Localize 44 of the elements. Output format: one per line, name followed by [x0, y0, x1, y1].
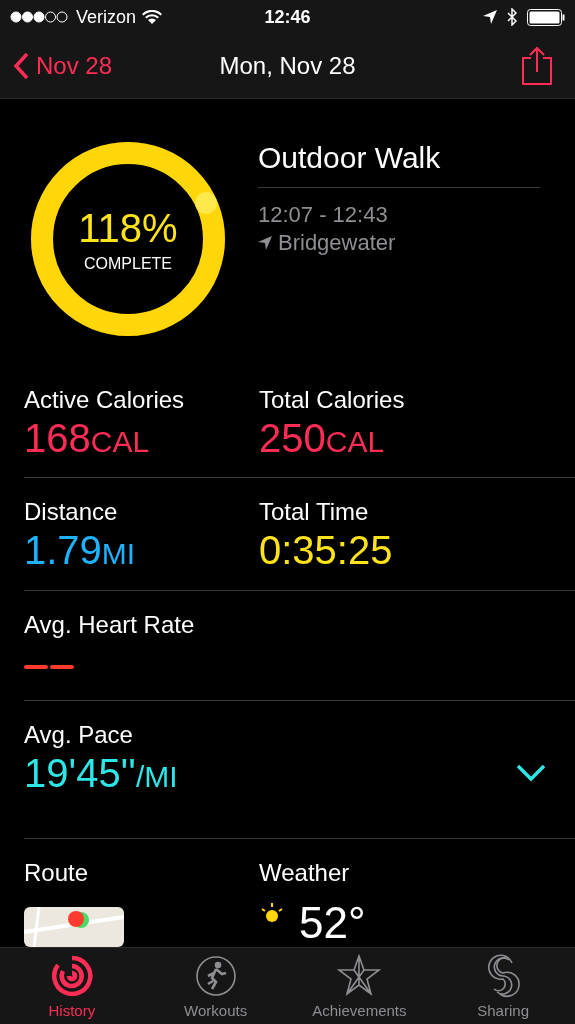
stat-value: 19'45'' [24, 751, 136, 797]
percent-value: 118% [78, 205, 178, 251]
battery-icon [527, 8, 565, 26]
tab[interactable]: Achievements [289, 948, 430, 1024]
stat-label: Distance [24, 498, 119, 527]
time-range: 12:07 - 12:43 [258, 202, 389, 228]
stat-value: 1.79 [24, 528, 102, 574]
star-icon [337, 954, 382, 998]
temperature: 52° [299, 901, 366, 945]
stat-label: Active Calories [24, 386, 186, 415]
workout-title: Outdoor Walk [258, 141, 442, 176]
stat-unit: CAL [90, 425, 150, 460]
stat-label: Route [24, 859, 90, 887]
stat-label: Total Calories [259, 386, 406, 415]
location-arrow-icon [258, 236, 272, 250]
stat-label: Avg. Heart Rate [24, 611, 196, 640]
empty-value-dash [24, 665, 76, 671]
stat-unit: MI [101, 537, 136, 572]
bluetooth-icon [507, 8, 517, 26]
stat-label: Weather [259, 859, 351, 887]
stat-unit: CAL [325, 425, 385, 460]
stat-label: Total Time [259, 498, 370, 527]
tab[interactable]: Sharing [433, 948, 574, 1024]
wifi-icon [142, 9, 163, 25]
share-icon[interactable] [521, 46, 553, 86]
stat-value: 0:35:25 [259, 528, 393, 574]
back-chevron-icon [12, 51, 30, 81]
chevron-down-icon[interactable] [515, 762, 547, 783]
clock-time: 12:46 [264, 6, 311, 28]
stat-value: 250 [259, 416, 326, 462]
location-name: Bridgewater [278, 230, 396, 256]
tab[interactable]: Workouts [145, 948, 286, 1024]
back-button[interactable]: Nov 28 [12, 51, 113, 81]
complete-caption: COMPLETE [84, 254, 172, 273]
nav-title: Mon, Nov 28 [219, 52, 356, 80]
runner-icon [193, 954, 238, 998]
location-arrow-icon [483, 10, 497, 24]
stat-unit: /MI [135, 760, 178, 795]
concentric-rings-icon [49, 954, 94, 998]
stat-label: Avg. Pace [24, 721, 134, 750]
stat-value: 168 [24, 416, 91, 462]
carrier-name: Verizon [76, 6, 137, 28]
tab[interactable]: History [1, 948, 142, 1024]
signal-icon [10, 11, 70, 23]
